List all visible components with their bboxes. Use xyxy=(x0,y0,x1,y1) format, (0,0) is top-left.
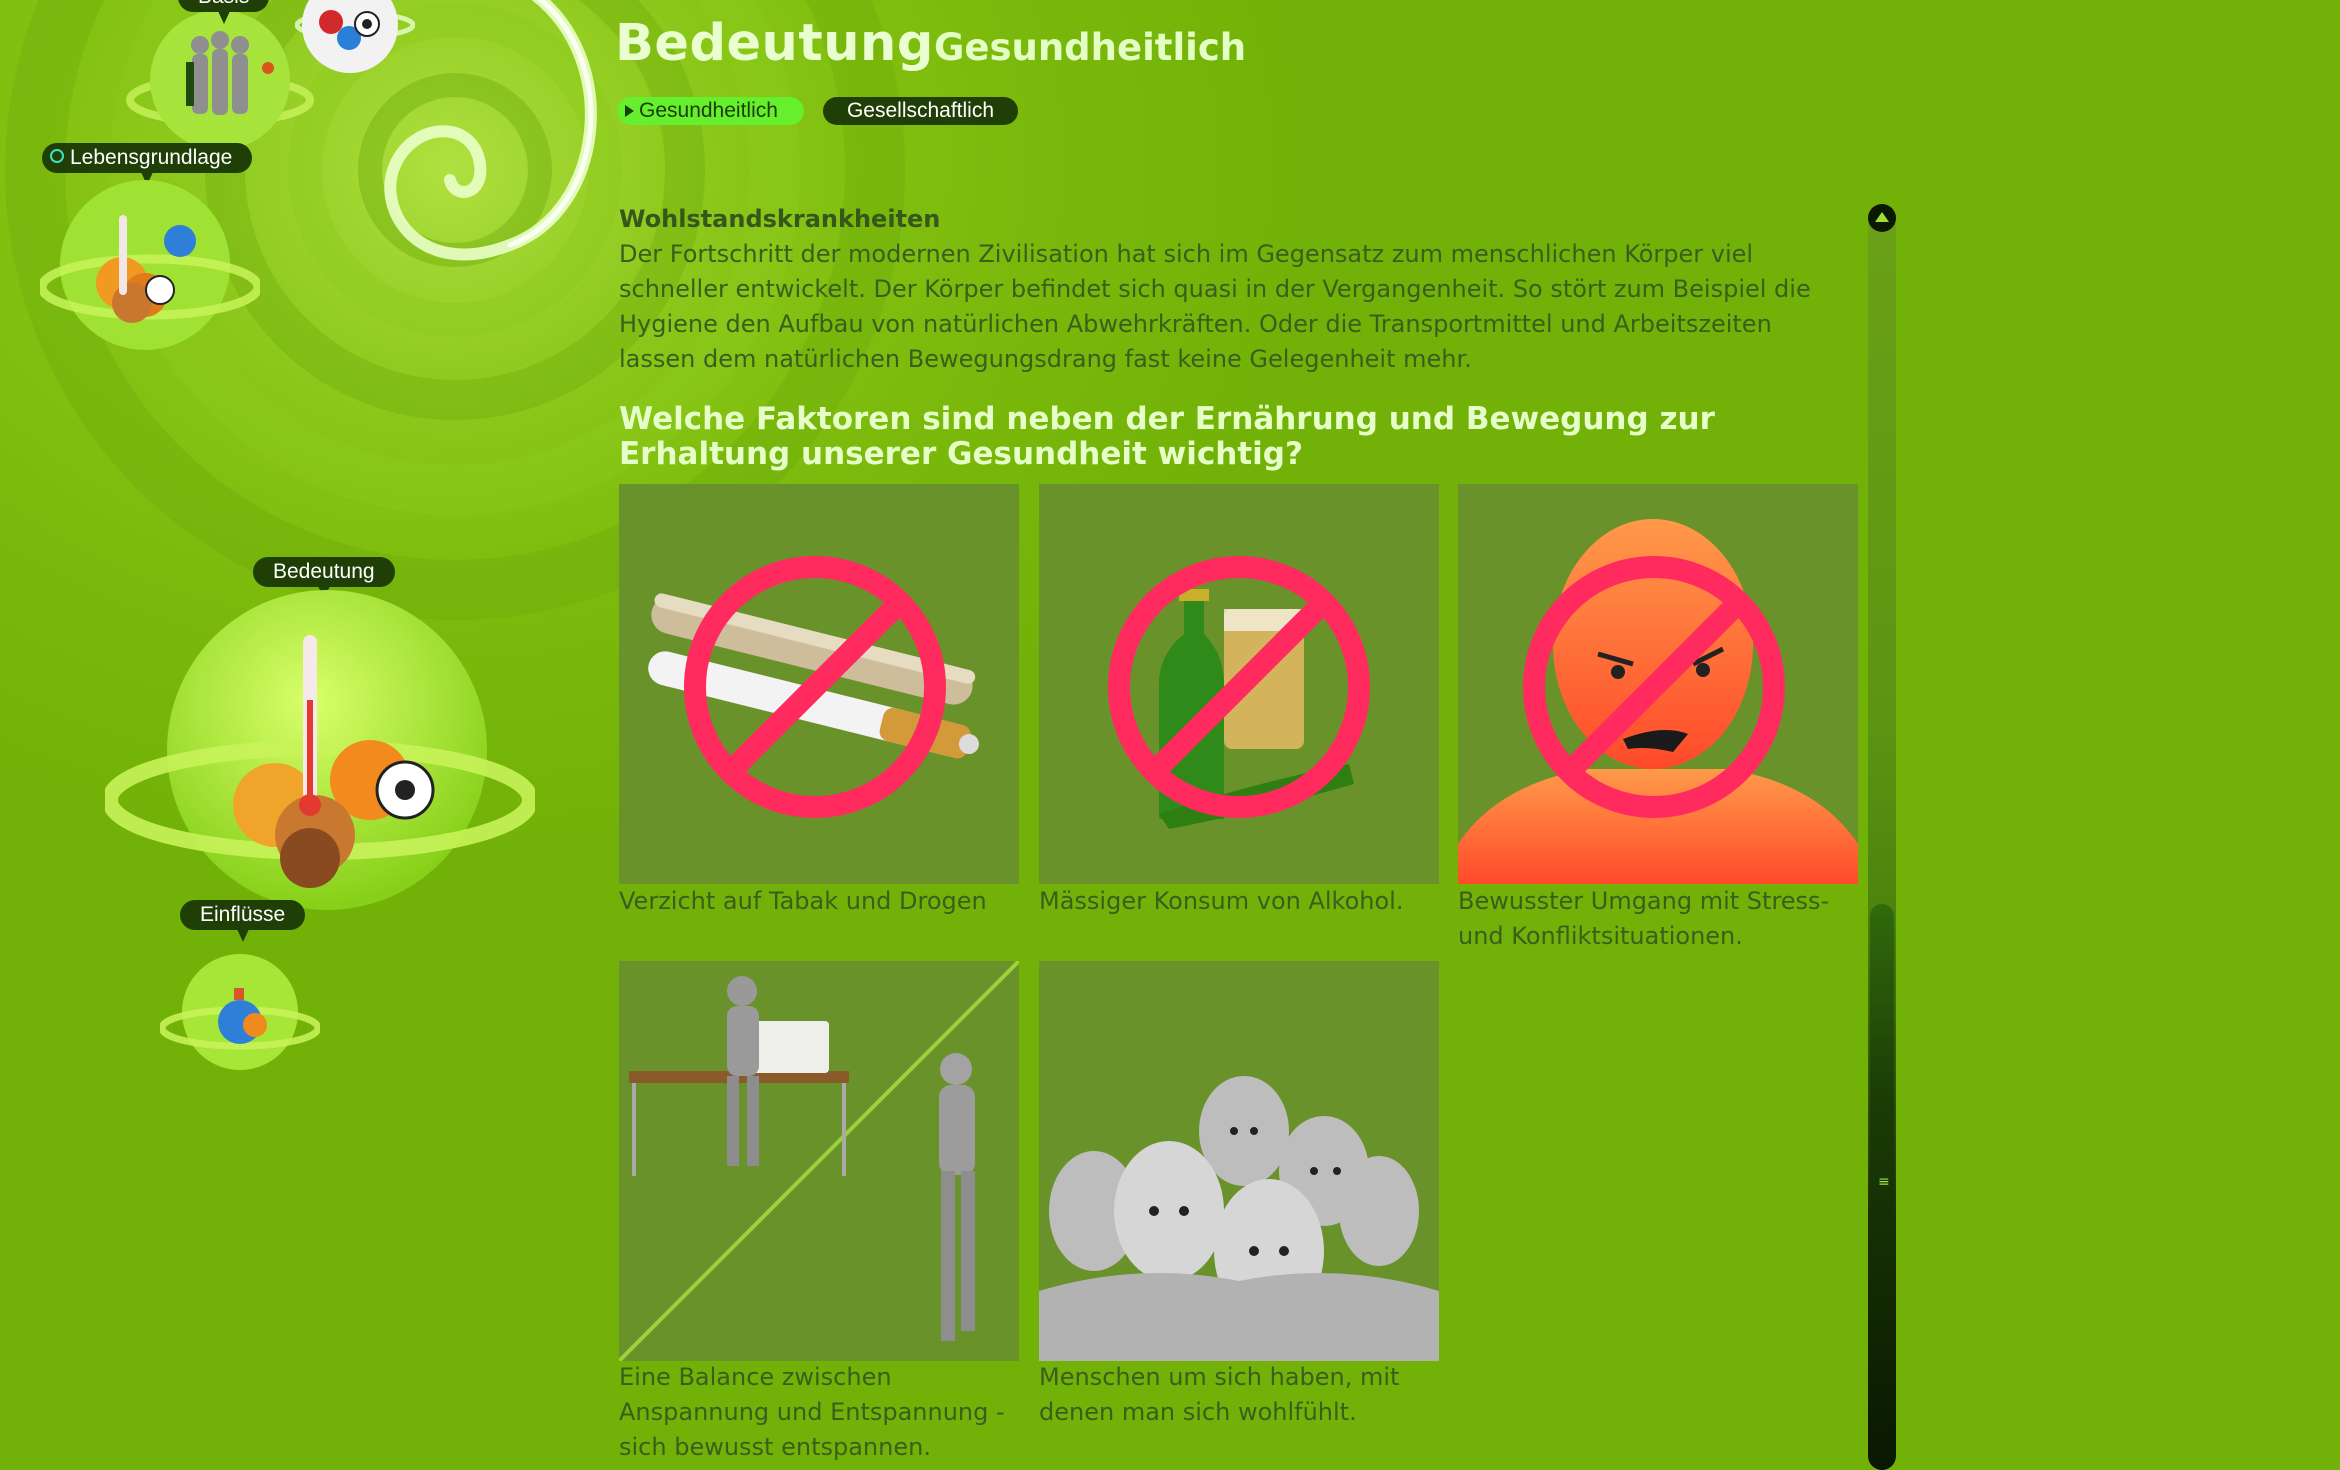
planet-lebensgrundlage-text: Lebensgrundlage xyxy=(70,146,233,169)
social-group-icon xyxy=(1039,1076,1439,1361)
planet-bedeutung-text: Bedeutung xyxy=(273,560,375,583)
planet-ball[interactable] xyxy=(294,0,416,80)
section-heading: Wohlstandskrankheiten xyxy=(619,205,941,233)
play-arrow-icon xyxy=(625,105,634,117)
no-smoking-icon xyxy=(648,556,979,818)
no-stress-icon xyxy=(1458,519,1858,884)
scroll-thumb[interactable]: ≡ xyxy=(1870,904,1894,1470)
tab-gesellschaftlich-label: Gesellschaftlich xyxy=(846,99,995,122)
content-scrollbar[interactable]: ≡ xyxy=(1868,204,1896,1470)
planet-basis[interactable] xyxy=(120,0,320,160)
factor-tile-alcohol xyxy=(1039,484,1439,884)
factor-tile-people xyxy=(1039,961,1439,1361)
intro-text: Der Fortschritt der modernen Zivilisatio… xyxy=(619,240,1811,373)
grip-icon: ≡ xyxy=(1878,1174,1890,1190)
factor-caption: Mässiger Konsum von Alkohol. xyxy=(1039,887,1404,915)
app-stage: Basis Lebensgrundlage Bedeut xyxy=(0,0,2340,1470)
planet-einfluesse-text: Einflüsse xyxy=(200,903,286,926)
planet-basis-label[interactable]: Basis xyxy=(178,0,270,24)
factor-tile-balance xyxy=(619,961,1019,1361)
status-ring-icon xyxy=(50,149,64,164)
tab-gesundheitlich[interactable]: Gesundheitlich xyxy=(617,97,804,125)
factor-tile-tobacco xyxy=(619,484,1019,884)
page-subtitle: Gesundheitlich xyxy=(934,26,1247,69)
factor-caption: Bewusster Umgang mit Stress- und Konflik… xyxy=(1458,887,1830,950)
work-life-balance-icon xyxy=(619,961,1019,1361)
planet-lebensgrundlage[interactable] xyxy=(37,175,263,355)
planet-bedeutung-label[interactable]: Bedeutung xyxy=(253,557,395,599)
factor-caption: Menschen um sich haben, mit denen man si… xyxy=(1039,1363,1400,1426)
planet-basis-text: Basis xyxy=(198,0,249,8)
no-alcohol-icon xyxy=(1108,556,1370,829)
tab-gesundheitlich-label: Gesundheitlich xyxy=(639,99,778,122)
planet-bedeutung[interactable] xyxy=(102,590,538,920)
factor-caption: Eine Balance zwischen Anspannung und Ent… xyxy=(619,1363,1005,1461)
planet-einfluesse-label[interactable]: Einflüsse xyxy=(180,900,306,942)
factor-caption: Verzicht auf Tabak und Drogen xyxy=(619,887,987,915)
tab-gesellschaftlich[interactable]: Gesellschaftlich xyxy=(823,97,1018,125)
question-heading: Welche Faktoren sind neben der Ernährung… xyxy=(619,401,1715,472)
page-title: Bedeutung xyxy=(615,14,934,73)
planet-lebensgrundlage-label[interactable]: Lebensgrundlage xyxy=(42,143,253,185)
planet-einfluesse[interactable] xyxy=(158,950,322,1075)
scroll-up-arrow-icon[interactable] xyxy=(1868,204,1896,232)
factor-tile-stress xyxy=(1458,484,1858,884)
